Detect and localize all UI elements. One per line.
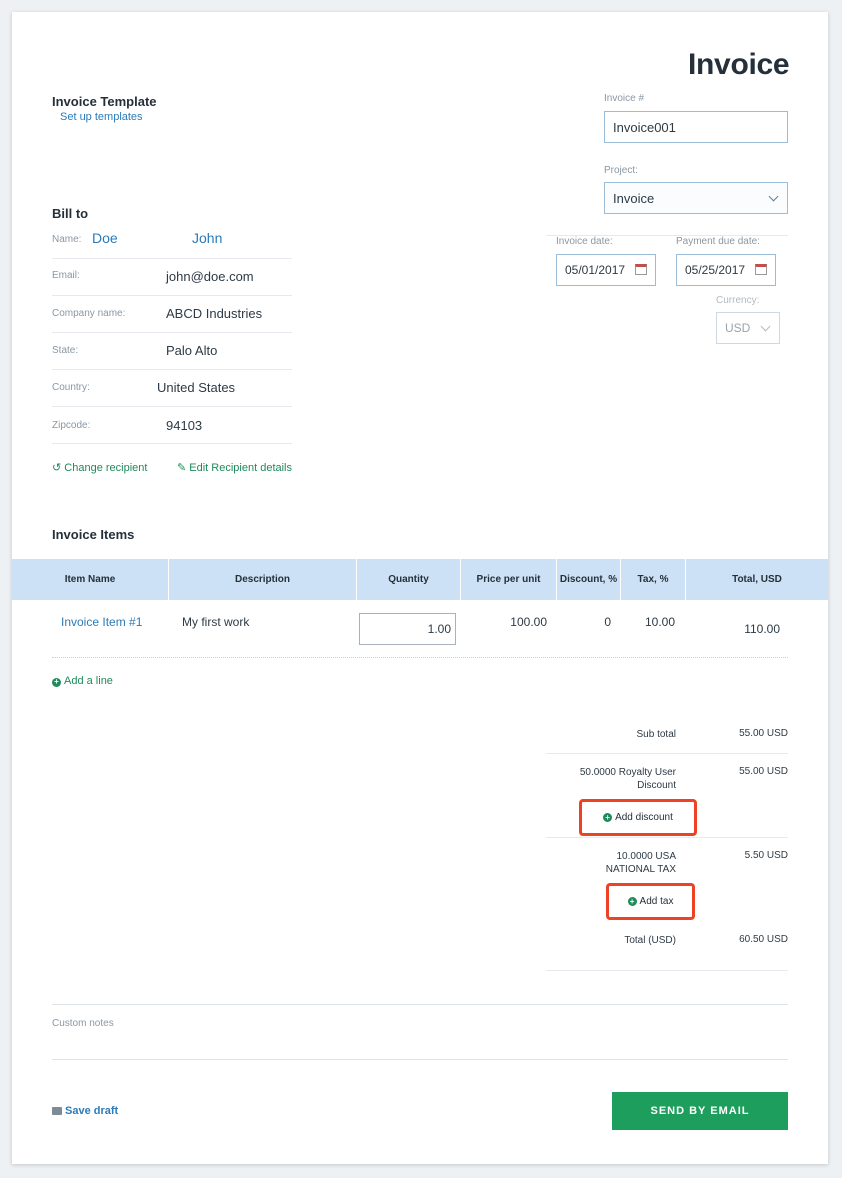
pencil-icon: ✎ [177, 462, 187, 474]
tax-label-line: NATIONAL TAX [605, 864, 676, 875]
add-tax-label: Add tax [639, 896, 674, 907]
column-header: Total, USD [732, 574, 782, 585]
save-draft-button[interactable]: Save draft [52, 1105, 118, 1117]
item-name-field[interactable]: Invoice Item #1 [61, 615, 142, 629]
chevron-down-icon [760, 321, 771, 332]
column-header: Discount, % [559, 574, 618, 585]
chevron-down-icon [768, 191, 779, 202]
email-label: Email: [52, 270, 80, 281]
add-discount-label: Add discount [615, 812, 673, 823]
divider [52, 443, 292, 444]
zipcode-field[interactable]: 94103 [166, 418, 202, 433]
plus-circle-icon: + [603, 813, 613, 822]
item-description-field[interactable]: My first work [182, 615, 249, 629]
invoice-date-value: 05/01/2017 [565, 263, 626, 277]
plus-circle-icon: + [627, 897, 637, 906]
add-line-label: Add a line [64, 675, 113, 687]
due-date-label: Payment due date: [676, 236, 760, 247]
column-header: Price per unit [476, 574, 541, 585]
divider [52, 1004, 788, 1005]
due-date-value: 05/25/2017 [685, 263, 746, 277]
divider [546, 970, 788, 971]
invoice-number-input[interactable]: Invoice001 [604, 111, 788, 143]
template-title: Invoice Template [52, 94, 157, 109]
due-date-input[interactable]: 05/25/2017 [676, 254, 776, 286]
bill-to-title: Bill to [52, 206, 89, 221]
last-name-field[interactable]: Doe [92, 230, 118, 246]
edit-recipient-label: Edit Recipient details [189, 462, 293, 474]
invoice-date-label: Invoice date: [556, 236, 613, 247]
quantity-input[interactable]: 1.00 [359, 613, 456, 645]
column-header: Item Name [64, 574, 116, 585]
divider [546, 837, 788, 838]
tax-label: 10.0000 USA NATIONAL TAX [546, 850, 676, 876]
country-field[interactable]: United States [157, 380, 235, 395]
project-value: Invoice [613, 190, 655, 206]
divider [52, 406, 292, 407]
discount-label: 50.0000 Royalty User Discount [546, 766, 676, 792]
add-tax-button[interactable]: + Add tax [606, 883, 695, 920]
invoice-date-input[interactable]: 05/01/2017 [556, 254, 656, 286]
column-header: Tax, % [637, 574, 669, 585]
state-field[interactable]: Palo Alto [166, 343, 217, 358]
currency-label: Currency: [716, 295, 760, 306]
divider [52, 369, 292, 370]
currency-value: USD [725, 321, 751, 335]
custom-notes-field[interactable]: Custom notes [52, 1018, 114, 1029]
invoice-items-title: Invoice Items [52, 527, 135, 542]
company-field[interactable]: ABCD Industries [166, 306, 262, 321]
send-by-email-button[interactable]: SEND BY EMAIL [612, 1092, 788, 1130]
plus-circle-icon: + [52, 677, 61, 687]
setup-templates-link[interactable]: Set up templates [60, 111, 143, 123]
refresh-icon: ↺ [52, 462, 62, 474]
discount-label-line: Discount [637, 780, 676, 791]
table-row: Invoice Item #1 My first work 1.00 100.0… [12, 600, 828, 658]
subtotal-value: 55.00 USD [739, 728, 788, 739]
project-select[interactable]: Invoice [604, 182, 788, 214]
subtotal-label: Sub total [636, 729, 676, 740]
price-field[interactable]: 100.00 [510, 615, 547, 629]
divider [52, 258, 292, 259]
country-label: Country: [52, 382, 90, 393]
divider [52, 1059, 788, 1060]
name-label: Name: [52, 234, 82, 245]
zipcode-label: Zipcode: [52, 420, 91, 431]
column-header: Quantity [388, 574, 429, 585]
tax-label-line: 10.0000 USA [616, 851, 677, 862]
first-name-field[interactable]: John [192, 230, 222, 246]
divider [546, 753, 788, 754]
tax-field[interactable]: 10.00 [645, 615, 675, 629]
divider [52, 332, 292, 333]
divider [52, 295, 292, 296]
column-header: Description [234, 574, 290, 585]
folder-icon [52, 1107, 62, 1115]
total-field: 110.00 [744, 622, 780, 636]
add-line-link[interactable]: + Add a line [52, 675, 113, 687]
edit-recipient-link[interactable]: ✎ Edit Recipient details [177, 461, 292, 474]
invoice-number-value: Invoice001 [613, 119, 676, 135]
calendar-icon[interactable] [755, 264, 767, 275]
email-field[interactable]: john@doe.com [166, 269, 254, 284]
company-label: Company name: [52, 308, 126, 319]
page-title: Invoice [688, 48, 790, 81]
discount-field[interactable]: 0 [604, 615, 611, 629]
quantity-value: 1.00 [427, 622, 451, 636]
discount-value: 55.00 USD [739, 766, 788, 777]
total-label: Total (USD) [624, 935, 676, 946]
add-discount-button[interactable]: + Add discount [579, 799, 697, 836]
project-label: Project: [604, 165, 638, 176]
state-label: State: [52, 345, 79, 356]
invoice-card: Invoice Invoice Template Set up template… [12, 12, 828, 1164]
tax-value: 5.50 USD [744, 850, 788, 861]
save-draft-label: Save draft [65, 1105, 119, 1117]
change-recipient-label: Change recipient [64, 462, 148, 474]
invoice-number-label: Invoice # [604, 93, 645, 104]
divider [52, 657, 788, 658]
discount-label-line: 50.0000 Royalty User [579, 767, 676, 778]
change-recipient-link[interactable]: ↺ Change recipient [52, 461, 147, 474]
calendar-icon[interactable] [635, 264, 647, 275]
total-value: 60.50 USD [739, 934, 788, 945]
currency-select[interactable]: USD [716, 312, 780, 344]
items-table-header: Item Name Description Quantity Price per… [12, 559, 828, 600]
